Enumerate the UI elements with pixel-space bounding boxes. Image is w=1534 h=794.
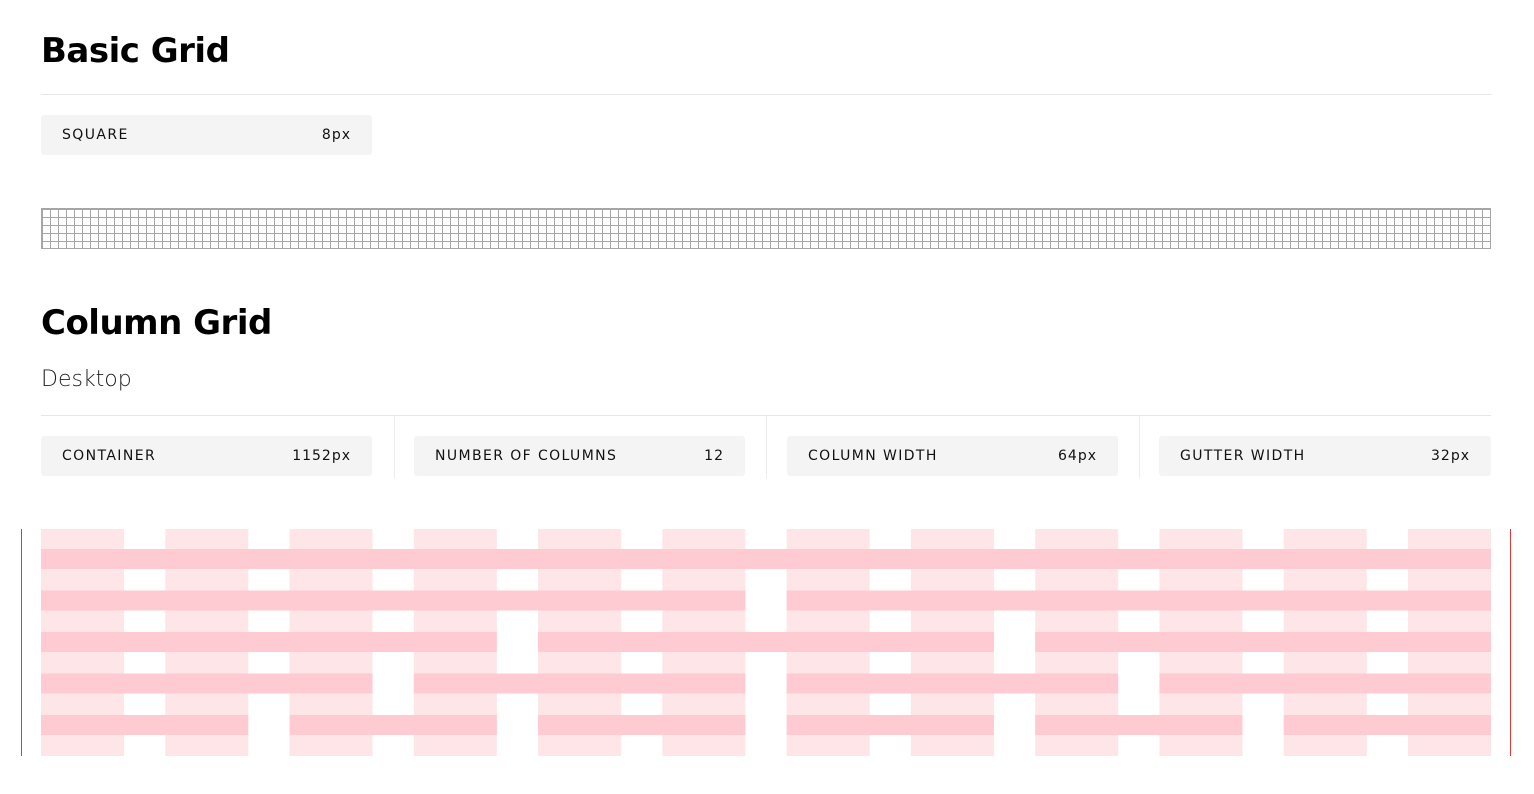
column-grid-title: Column Grid: [41, 303, 272, 343]
column-span-bar: [41, 590, 746, 611]
column-span-bar: [41, 632, 497, 652]
column-grid-subtitle: Desktop: [41, 367, 132, 392]
spec-value: 12: [704, 448, 724, 464]
column-span-bar: [1035, 632, 1491, 652]
spec-separator: [766, 416, 767, 478]
spec-value: 8px: [321, 127, 351, 143]
spec-value: 1152px: [292, 448, 351, 464]
column-span-bar: [786, 673, 1119, 694]
column-grid-svg: [21, 529, 1511, 756]
column-grid-visual: [0, 529, 1534, 756]
spec-number-of-columns: NUMBER OF COLUMNS 12: [414, 436, 745, 476]
spec-value: 64px: [1058, 448, 1097, 464]
column-span-bar: [786, 715, 994, 735]
spec-column-width: COLUMN WIDTH 64px: [787, 436, 1118, 476]
column-span-bar: [538, 715, 746, 735]
spec-square: SQUARE 8px: [41, 115, 372, 155]
column-span-bar: [413, 673, 746, 694]
column-span-bar: [786, 590, 1491, 611]
basic-grid-pattern: [41, 208, 1491, 249]
column-span-bar: [1159, 673, 1491, 694]
spec-gutter-width: GUTTER WIDTH 32px: [1159, 436, 1491, 476]
spec-label: SQUARE: [62, 127, 129, 143]
column-span-bar: [538, 632, 994, 652]
basic-grid-title: Basic Grid: [41, 31, 230, 71]
page: Basic Grid SQUARE 8px Column Grid Deskto…: [0, 0, 1534, 794]
column-span-bar: [41, 549, 1491, 569]
spec-label: COLUMN WIDTH: [808, 448, 938, 464]
column-span-bar: [41, 673, 373, 694]
column-span-bar: [1035, 715, 1243, 735]
container-edge-line: [21, 529, 22, 756]
spec-label: GUTTER WIDTH: [1180, 448, 1306, 464]
spec-separator: [394, 416, 395, 478]
column-span-bar: [41, 715, 249, 735]
spec-value: 32px: [1431, 448, 1470, 464]
spec-label: NUMBER OF COLUMNS: [435, 448, 618, 464]
divider: [41, 94, 1491, 95]
spec-container: CONTAINER 1152px: [41, 436, 372, 476]
spec-label: CONTAINER: [62, 448, 157, 464]
column-span-bar: [1283, 715, 1491, 735]
spec-separator: [1139, 416, 1140, 478]
container-edge-line: [1510, 529, 1511, 756]
column-span-bar: [289, 715, 497, 735]
